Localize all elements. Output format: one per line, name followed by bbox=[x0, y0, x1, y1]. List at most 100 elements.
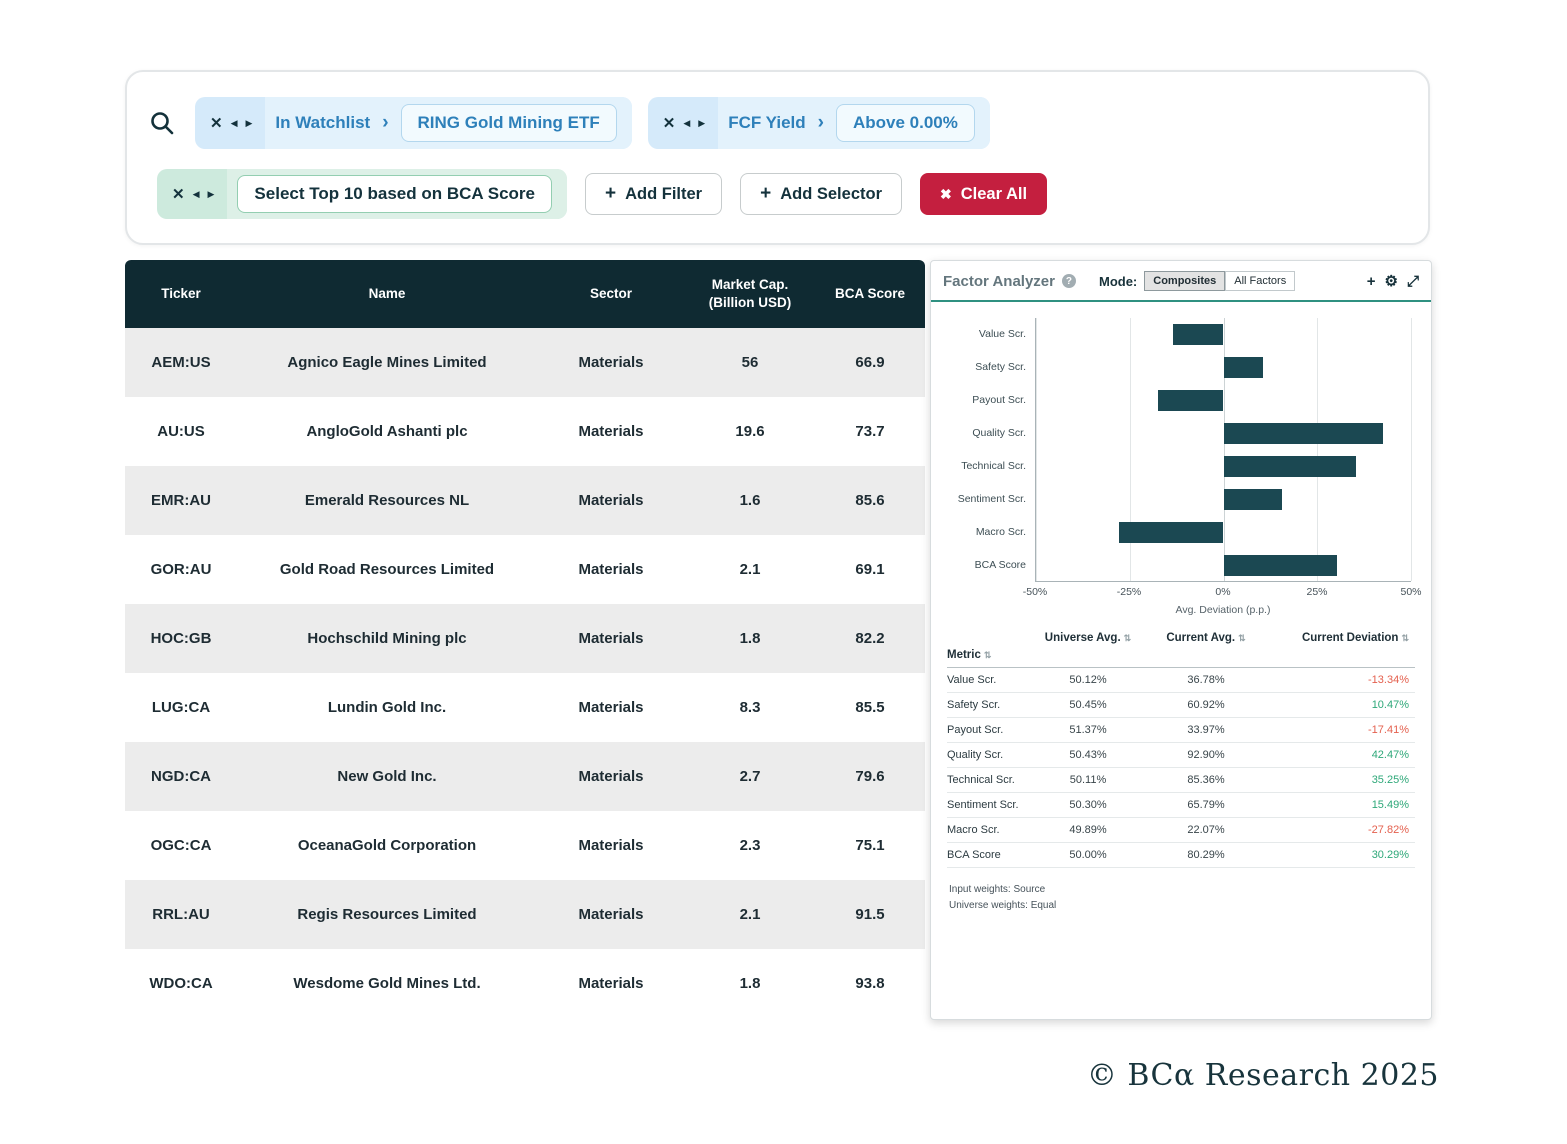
caret-right-icon[interactable]: ▶ bbox=[246, 118, 253, 129]
chip-field-label: In Watchlist bbox=[275, 113, 370, 133]
chart-plot bbox=[1035, 318, 1411, 582]
metrics-header-metric[interactable]: Metric⇅ bbox=[947, 649, 1025, 661]
table-row[interactable]: AEM:USAgnico Eagle Mines LimitedMaterial… bbox=[125, 328, 925, 397]
cell-mktcap: 1.8 bbox=[685, 604, 815, 673]
chip-value[interactable]: RING Gold Mining ETF bbox=[401, 104, 617, 142]
metrics-table: Metric⇅Universe Avg.⇅Current Avg.⇅Curren… bbox=[931, 616, 1431, 913]
copyright: © BCα Research 2025 bbox=[1087, 1058, 1439, 1093]
chip-body[interactable]: In Watchlist › RING Gold Mining ETF bbox=[265, 97, 631, 149]
current-deviation-value: 10.47% bbox=[1261, 699, 1415, 711]
sort-icon: ⇅ bbox=[1124, 633, 1132, 643]
caret-right-icon[interactable]: ▶ bbox=[208, 189, 215, 200]
table-row[interactable]: RRL:AURegis Resources LimitedMaterials2.… bbox=[125, 880, 925, 949]
header-cell-mktcap[interactable]: Market Cap.(Billion USD) bbox=[685, 260, 815, 328]
filter-panel: ✕ ◀ ▶ In Watchlist › RING Gold Mining ET… bbox=[125, 70, 1430, 245]
table-row[interactable]: LUG:CALundin Gold Inc.Materials8.385.5 bbox=[125, 673, 925, 742]
chip-body[interactable]: FCF Yield › Above 0.00% bbox=[718, 97, 990, 149]
close-icon[interactable]: ✕ bbox=[172, 185, 185, 203]
metrics-header-current[interactable]: Current Avg.⇅ bbox=[1151, 632, 1261, 644]
add-filter-button[interactable]: + Add Filter bbox=[585, 173, 722, 215]
header-cell-ticker[interactable]: Ticker bbox=[125, 260, 237, 328]
table-row[interactable]: WDO:CAWesdome Gold Mines Ltd.Materials1.… bbox=[125, 949, 925, 1018]
universe-avg-value: 50.12% bbox=[1025, 674, 1151, 686]
cell-name: Emerald Resources NL bbox=[237, 466, 537, 535]
gear-icon[interactable]: ⚙ bbox=[1385, 274, 1398, 289]
universe-avg-value: 50.30% bbox=[1025, 799, 1151, 811]
cell-score: 82.2 bbox=[815, 604, 925, 673]
expand-icon[interactable]: ⤢ bbox=[1407, 274, 1419, 289]
screener-page: ✕ ◀ ▶ In Watchlist › RING Gold Mining ET… bbox=[0, 0, 1567, 1144]
current-avg-value: 36.78% bbox=[1151, 674, 1261, 686]
cell-sector: Materials bbox=[537, 880, 685, 949]
cell-ticker: WDO:CA bbox=[125, 949, 237, 1018]
cell-score: 66.9 bbox=[815, 328, 925, 397]
sort-icon: ⇅ bbox=[1238, 633, 1246, 643]
table-row[interactable]: GOR:AUGold Road Resources LimitedMateria… bbox=[125, 535, 925, 604]
cell-mktcap: 1.6 bbox=[685, 466, 815, 535]
metric-row: Safety Scr.50.45%60.92%10.47% bbox=[947, 693, 1415, 718]
cell-mktcap: 2.1 bbox=[685, 535, 815, 604]
close-icon[interactable]: ✕ bbox=[210, 114, 223, 132]
add-selector-button[interactable]: + Add Selector bbox=[740, 173, 902, 215]
caret-right-icon[interactable]: ▶ bbox=[698, 118, 705, 129]
cell-sector: Materials bbox=[537, 811, 685, 880]
header-cell-score[interactable]: BCA Score bbox=[815, 260, 925, 328]
info-icon[interactable]: ? bbox=[1062, 274, 1076, 288]
clear-all-button[interactable]: ✖ Clear All bbox=[920, 173, 1047, 215]
mode-label: Mode: bbox=[1099, 274, 1137, 289]
chip-value[interactable]: Above 0.00% bbox=[836, 104, 975, 142]
chip-body[interactable]: Select Top 10 based on BCA Score bbox=[227, 169, 567, 219]
header-cell-name[interactable]: Name bbox=[237, 260, 537, 328]
mode-option-all-factors[interactable]: All Factors bbox=[1225, 271, 1295, 291]
current-deviation-value: 42.47% bbox=[1261, 749, 1415, 761]
metrics-header-dev[interactable]: Current Deviation⇅ bbox=[1261, 632, 1415, 644]
metrics-header-universe[interactable]: Universe Avg.⇅ bbox=[1025, 632, 1151, 644]
universe-avg-value: 49.89% bbox=[1025, 824, 1151, 836]
cell-ticker: RRL:AU bbox=[125, 880, 237, 949]
header-label: Sector bbox=[590, 285, 632, 303]
chevron-right-icon: › bbox=[382, 112, 388, 134]
chart-category-label: Value Scr. bbox=[935, 318, 1035, 351]
clear-all-label: Clear All bbox=[961, 185, 1027, 204]
cell-mktcap: 19.6 bbox=[685, 397, 815, 466]
cell-name: Gold Road Resources Limited bbox=[237, 535, 537, 604]
table-row[interactable]: EMR:AUEmerald Resources NLMaterials1.685… bbox=[125, 466, 925, 535]
table-row[interactable]: OGC:CAOceanaGold CorporationMaterials2.3… bbox=[125, 811, 925, 880]
gridline bbox=[1036, 318, 1037, 581]
chart-xticks: -50%-25%0%25%50% bbox=[1035, 586, 1411, 602]
cell-name: AngloGold Ashanti plc bbox=[237, 397, 537, 466]
gridline bbox=[1411, 318, 1412, 581]
add-filter-label: Add Filter bbox=[625, 185, 702, 204]
chip-controls: ✕ ◀ ▶ bbox=[648, 97, 718, 149]
chart-axis-spacer bbox=[935, 602, 1035, 616]
cell-score: 69.1 bbox=[815, 535, 925, 604]
chart-xaxis-label: Avg. Deviation (p.p.) bbox=[1035, 604, 1411, 616]
metric-name: Sentiment Scr. bbox=[947, 799, 1025, 811]
cell-sector: Materials bbox=[537, 466, 685, 535]
header-cell-sector[interactable]: Sector bbox=[537, 260, 685, 328]
selector-chip: ✕ ◀ ▶ Select Top 10 based on BCA Score bbox=[157, 169, 567, 219]
table-row[interactable]: AU:USAngloGold Ashanti plcMaterials19.67… bbox=[125, 397, 925, 466]
metric-name: Value Scr. bbox=[947, 674, 1025, 686]
mode-option-composites[interactable]: Composites bbox=[1144, 271, 1225, 291]
table-row[interactable]: NGD:CANew Gold Inc.Materials2.779.6 bbox=[125, 742, 925, 811]
cell-score: 85.6 bbox=[815, 466, 925, 535]
table-header: TickerName Sector Market Cap.(Billion USD)… bbox=[125, 260, 925, 328]
caret-left-icon[interactable]: ◀ bbox=[193, 189, 200, 200]
cell-ticker: AU:US bbox=[125, 397, 237, 466]
plus-icon: + bbox=[605, 183, 616, 205]
selector-value[interactable]: Select Top 10 based on BCA Score bbox=[237, 175, 552, 213]
current-deviation-value: 15.49% bbox=[1261, 799, 1415, 811]
search-button[interactable] bbox=[145, 110, 179, 136]
current-deviation-value: 35.25% bbox=[1261, 774, 1415, 786]
chart-category-label: Payout Scr. bbox=[935, 384, 1035, 417]
table-row[interactable]: HOC:GBHochschild Mining plcMaterials1.88… bbox=[125, 604, 925, 673]
close-icon[interactable]: ✕ bbox=[663, 114, 676, 132]
caret-left-icon[interactable]: ◀ bbox=[231, 118, 238, 129]
cell-sector: Materials bbox=[537, 673, 685, 742]
cell-mktcap: 8.3 bbox=[685, 673, 815, 742]
caret-left-icon[interactable]: ◀ bbox=[683, 118, 690, 129]
metric-row: Technical Scr.50.11%85.36%35.25% bbox=[947, 768, 1415, 793]
plus-icon[interactable]: + bbox=[1367, 274, 1376, 289]
footnote: Universe weights: Equal bbox=[949, 898, 1415, 914]
